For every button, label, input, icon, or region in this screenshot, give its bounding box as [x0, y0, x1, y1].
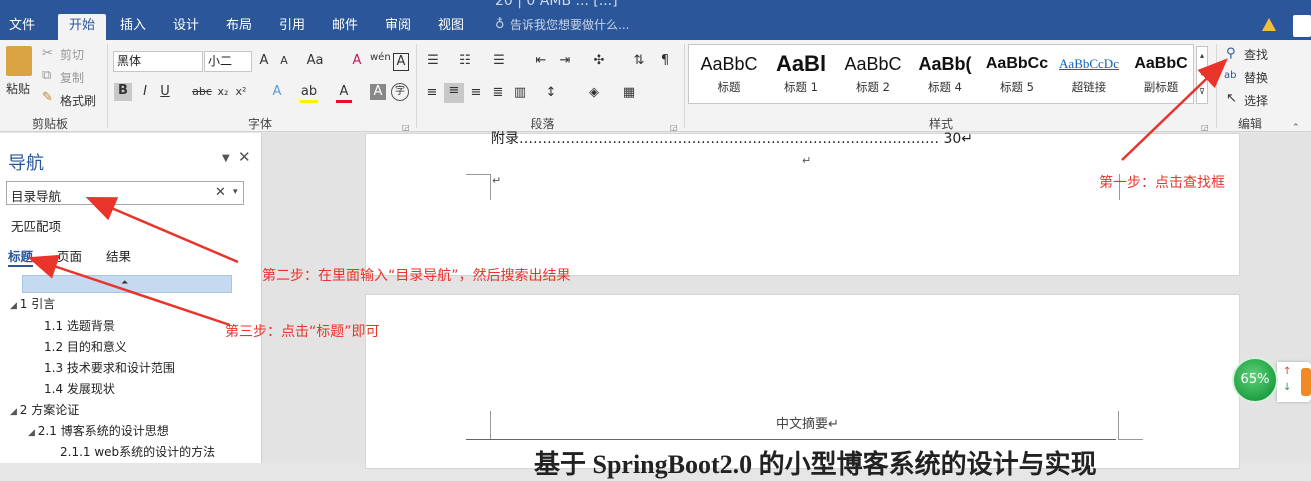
accent-icon — [1301, 368, 1311, 396]
download-arrow-icon: ↓ — [1283, 382, 1292, 393]
upload-arrow-icon: ↑ — [1283, 366, 1292, 377]
arrow-step2 — [85, 196, 239, 264]
speed-widget-panel[interactable]: ↑ ↓ — [1277, 362, 1311, 402]
zoom-badge[interactable]: 65% — [1232, 357, 1278, 403]
annotation-arrows — [27, 58, 1228, 327]
arrow-step1 — [1121, 58, 1228, 161]
arrow-step3 — [27, 254, 231, 327]
